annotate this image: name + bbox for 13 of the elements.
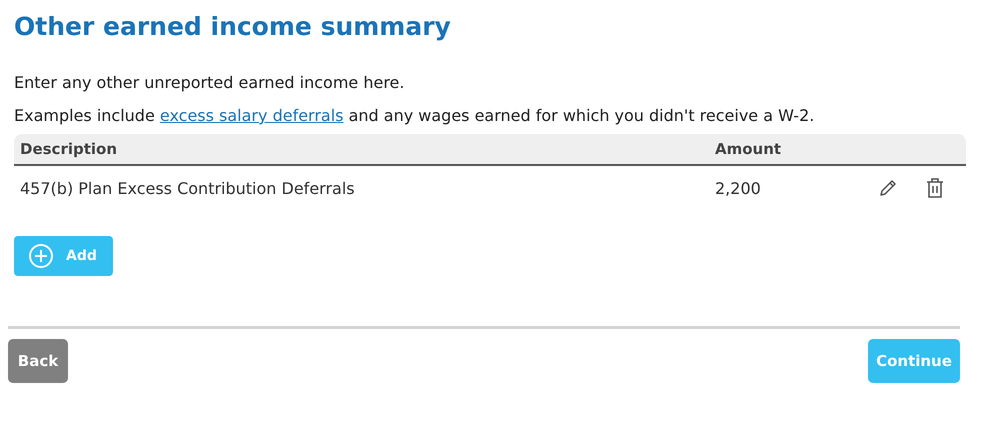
table-cell-text: 457(b) Plan Excess Contribution Deferrals bbox=[19, 178, 356, 198]
intro-text: Enter any other unreported earned income here. bbox=[14, 72, 406, 94]
column-header: Description bbox=[19, 140, 118, 158]
table-cell-text: 2,200 bbox=[715, 178, 762, 198]
delete-icon[interactable] bbox=[925, 177, 945, 199]
examples-text: Examples include excess salary deferrals and any wages earned for which you didn't receive a W-2. bbox=[14, 105, 816, 127]
back-button[interactable]: Back bbox=[8, 339, 68, 383]
excess-salary-deferrals-link[interactable]: excess salary deferrals bbox=[160, 106, 344, 125]
add-button[interactable]: Add bbox=[14, 236, 113, 276]
column-header: Amount bbox=[715, 140, 782, 158]
plus-circle-icon bbox=[28, 243, 54, 269]
continue-button[interactable]: Continue bbox=[868, 339, 960, 383]
page-title: Other earned income summary bbox=[14, 11, 452, 43]
